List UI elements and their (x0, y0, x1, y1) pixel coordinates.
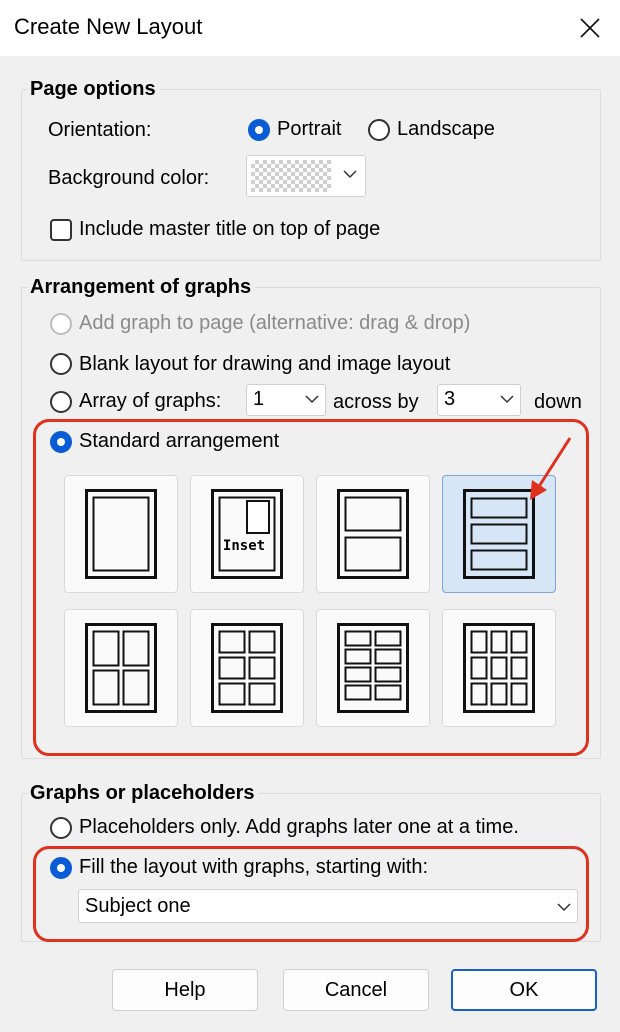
add-graph-label: Add graph to page (alternative: drag & d… (79, 312, 471, 334)
chevron-down-icon (557, 903, 571, 912)
title-bar: Create New Layout (0, 0, 620, 56)
fill-layout-label[interactable]: Fill the layout with graphs, starting wi… (79, 856, 428, 879)
window-title: Create New Layout (14, 14, 203, 39)
transparent-swatch (251, 160, 331, 192)
blank-layout-label[interactable]: Blank layout for drawing and image layou… (79, 353, 450, 376)
down-label: down (534, 391, 582, 413)
inset-graph-icon: Inset (211, 489, 283, 579)
tile-two-by-four[interactable] (316, 609, 430, 727)
cancel-button[interactable]: Cancel (283, 969, 429, 1011)
array-across-value: 1 (253, 388, 265, 410)
close-button[interactable] (568, 6, 612, 50)
three-by-three-icon (463, 623, 535, 713)
master-title-checkbox[interactable] (50, 219, 72, 241)
across-by-label: across by (333, 391, 419, 413)
background-color-picker[interactable] (246, 155, 366, 197)
two-by-three-icon (211, 623, 283, 713)
tile-three-by-three[interactable] (442, 609, 556, 727)
tile-two-by-two[interactable] (64, 609, 178, 727)
tile-single-graph[interactable] (64, 475, 178, 593)
landscape-radio[interactable] (368, 119, 390, 141)
orientation-label: Orientation: (48, 119, 152, 141)
close-icon (580, 18, 600, 38)
help-button[interactable]: Help (112, 969, 258, 1011)
standard-arrangement-radio[interactable] (50, 431, 72, 453)
tile-two-rows[interactable] (316, 475, 430, 593)
portrait-label[interactable]: Portrait (277, 118, 341, 141)
placeholders-only-label[interactable]: Placeholders only. Add graphs later one … (79, 816, 519, 839)
annotation-arrow-icon (530, 437, 572, 500)
placeholders-only-radio[interactable] (50, 817, 72, 839)
array-graphs-label[interactable]: Array of graphs: (79, 390, 221, 413)
starting-with-select[interactable]: Subject one (78, 889, 578, 923)
array-down-select[interactable]: 3 (437, 384, 521, 416)
two-by-two-icon (85, 623, 157, 713)
landscape-label[interactable]: Landscape (397, 118, 495, 141)
chevron-down-icon (500, 395, 514, 404)
array-across-select[interactable]: 1 (246, 384, 326, 416)
chevron-down-icon (343, 170, 357, 179)
two-by-four-icon (337, 623, 409, 713)
standard-arrangement-label[interactable]: Standard arrangement (79, 430, 279, 453)
arrangement-title: Arrangement of graphs (28, 276, 256, 299)
add-graph-radio (50, 313, 72, 335)
background-color-label: Background color: (48, 167, 210, 189)
fill-layout-radio[interactable] (50, 857, 72, 879)
page-options-title: Page options (28, 78, 160, 101)
array-down-value: 3 (444, 388, 456, 410)
graphs-placeholders-title: Graphs or placeholders (28, 782, 259, 805)
array-graphs-radio[interactable] (50, 391, 72, 413)
single-graph-icon (85, 489, 157, 579)
master-title-label[interactable]: Include master title on top of page (79, 218, 380, 241)
blank-layout-radio[interactable] (50, 353, 72, 375)
inset-label: Inset (223, 538, 265, 554)
portrait-radio[interactable] (248, 119, 270, 141)
tile-graph-with-inset[interactable]: Inset (190, 475, 304, 593)
chevron-down-icon (305, 395, 319, 404)
tile-two-by-three[interactable] (190, 609, 304, 727)
two-rows-icon (337, 489, 409, 579)
ok-button[interactable]: OK (451, 969, 597, 1011)
starting-with-value: Subject one (85, 895, 191, 917)
